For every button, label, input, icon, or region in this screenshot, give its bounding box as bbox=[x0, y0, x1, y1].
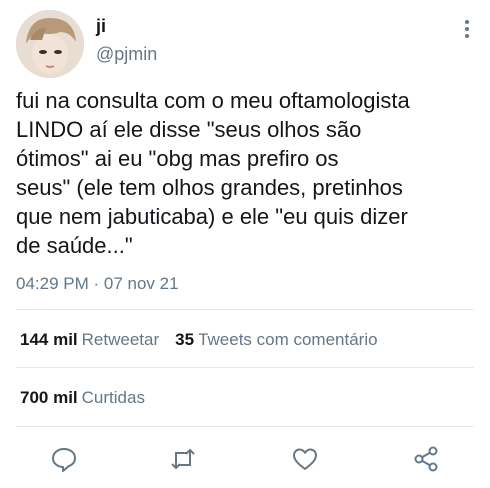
reply-icon[interactable] bbox=[49, 444, 79, 474]
retweets-stat[interactable]: 144 mil Retweetar bbox=[20, 330, 159, 349]
divider bbox=[16, 426, 474, 427]
avatar[interactable] bbox=[16, 10, 84, 78]
likes-stat[interactable]: 700 mil Curtidas bbox=[20, 388, 145, 407]
retweet-icon[interactable] bbox=[168, 444, 198, 474]
quotes-stat[interactable]: 35 Tweets com comentário bbox=[175, 330, 377, 349]
retweets-count: 144 mil bbox=[20, 330, 78, 349]
tweet-timestamp[interactable]: 04:29 PM · 07 nov 21 bbox=[16, 274, 179, 294]
tweet-text: fui na consulta com o meu oftamologista … bbox=[16, 88, 410, 258]
divider bbox=[16, 367, 474, 368]
likes-count: 700 mil bbox=[20, 388, 78, 407]
likes-stats-row: 700 mil Curtidas bbox=[20, 388, 145, 408]
retweet-stats-row: 144 mil Retweetar 35 Tweets com comentário bbox=[20, 330, 378, 350]
like-icon[interactable] bbox=[290, 444, 320, 474]
retweets-label: Retweetar bbox=[81, 330, 160, 349]
likes-label: Curtidas bbox=[81, 388, 145, 407]
action-bar bbox=[0, 440, 490, 476]
quotes-label: Tweets com comentário bbox=[198, 330, 378, 349]
user-handle[interactable]: @pjmin bbox=[96, 44, 157, 65]
tweet-header: ji @pjmin bbox=[16, 10, 476, 80]
display-name[interactable]: ji bbox=[96, 16, 106, 37]
share-icon[interactable] bbox=[411, 444, 441, 474]
quotes-count: 35 bbox=[175, 330, 195, 349]
more-options-icon[interactable] bbox=[462, 20, 472, 44]
divider bbox=[16, 309, 474, 310]
